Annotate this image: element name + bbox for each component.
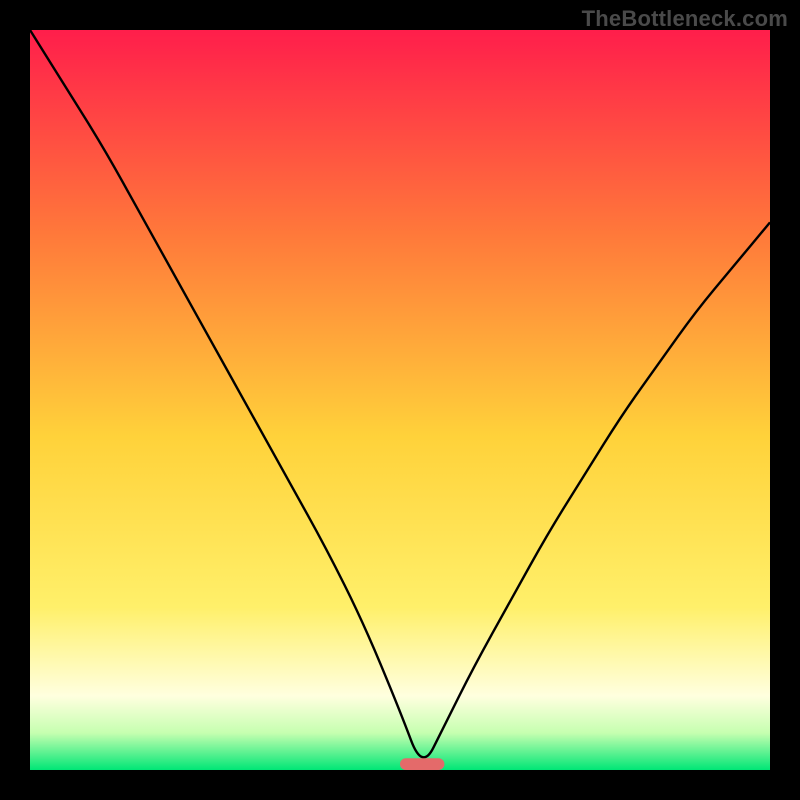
watermark-text: TheBottleneck.com <box>582 6 788 32</box>
curve-layer <box>30 30 770 770</box>
optimal-marker <box>400 758 444 770</box>
chart-frame: TheBottleneck.com <box>0 0 800 800</box>
bottleneck-curve <box>30 30 770 757</box>
plot-area <box>30 30 770 770</box>
